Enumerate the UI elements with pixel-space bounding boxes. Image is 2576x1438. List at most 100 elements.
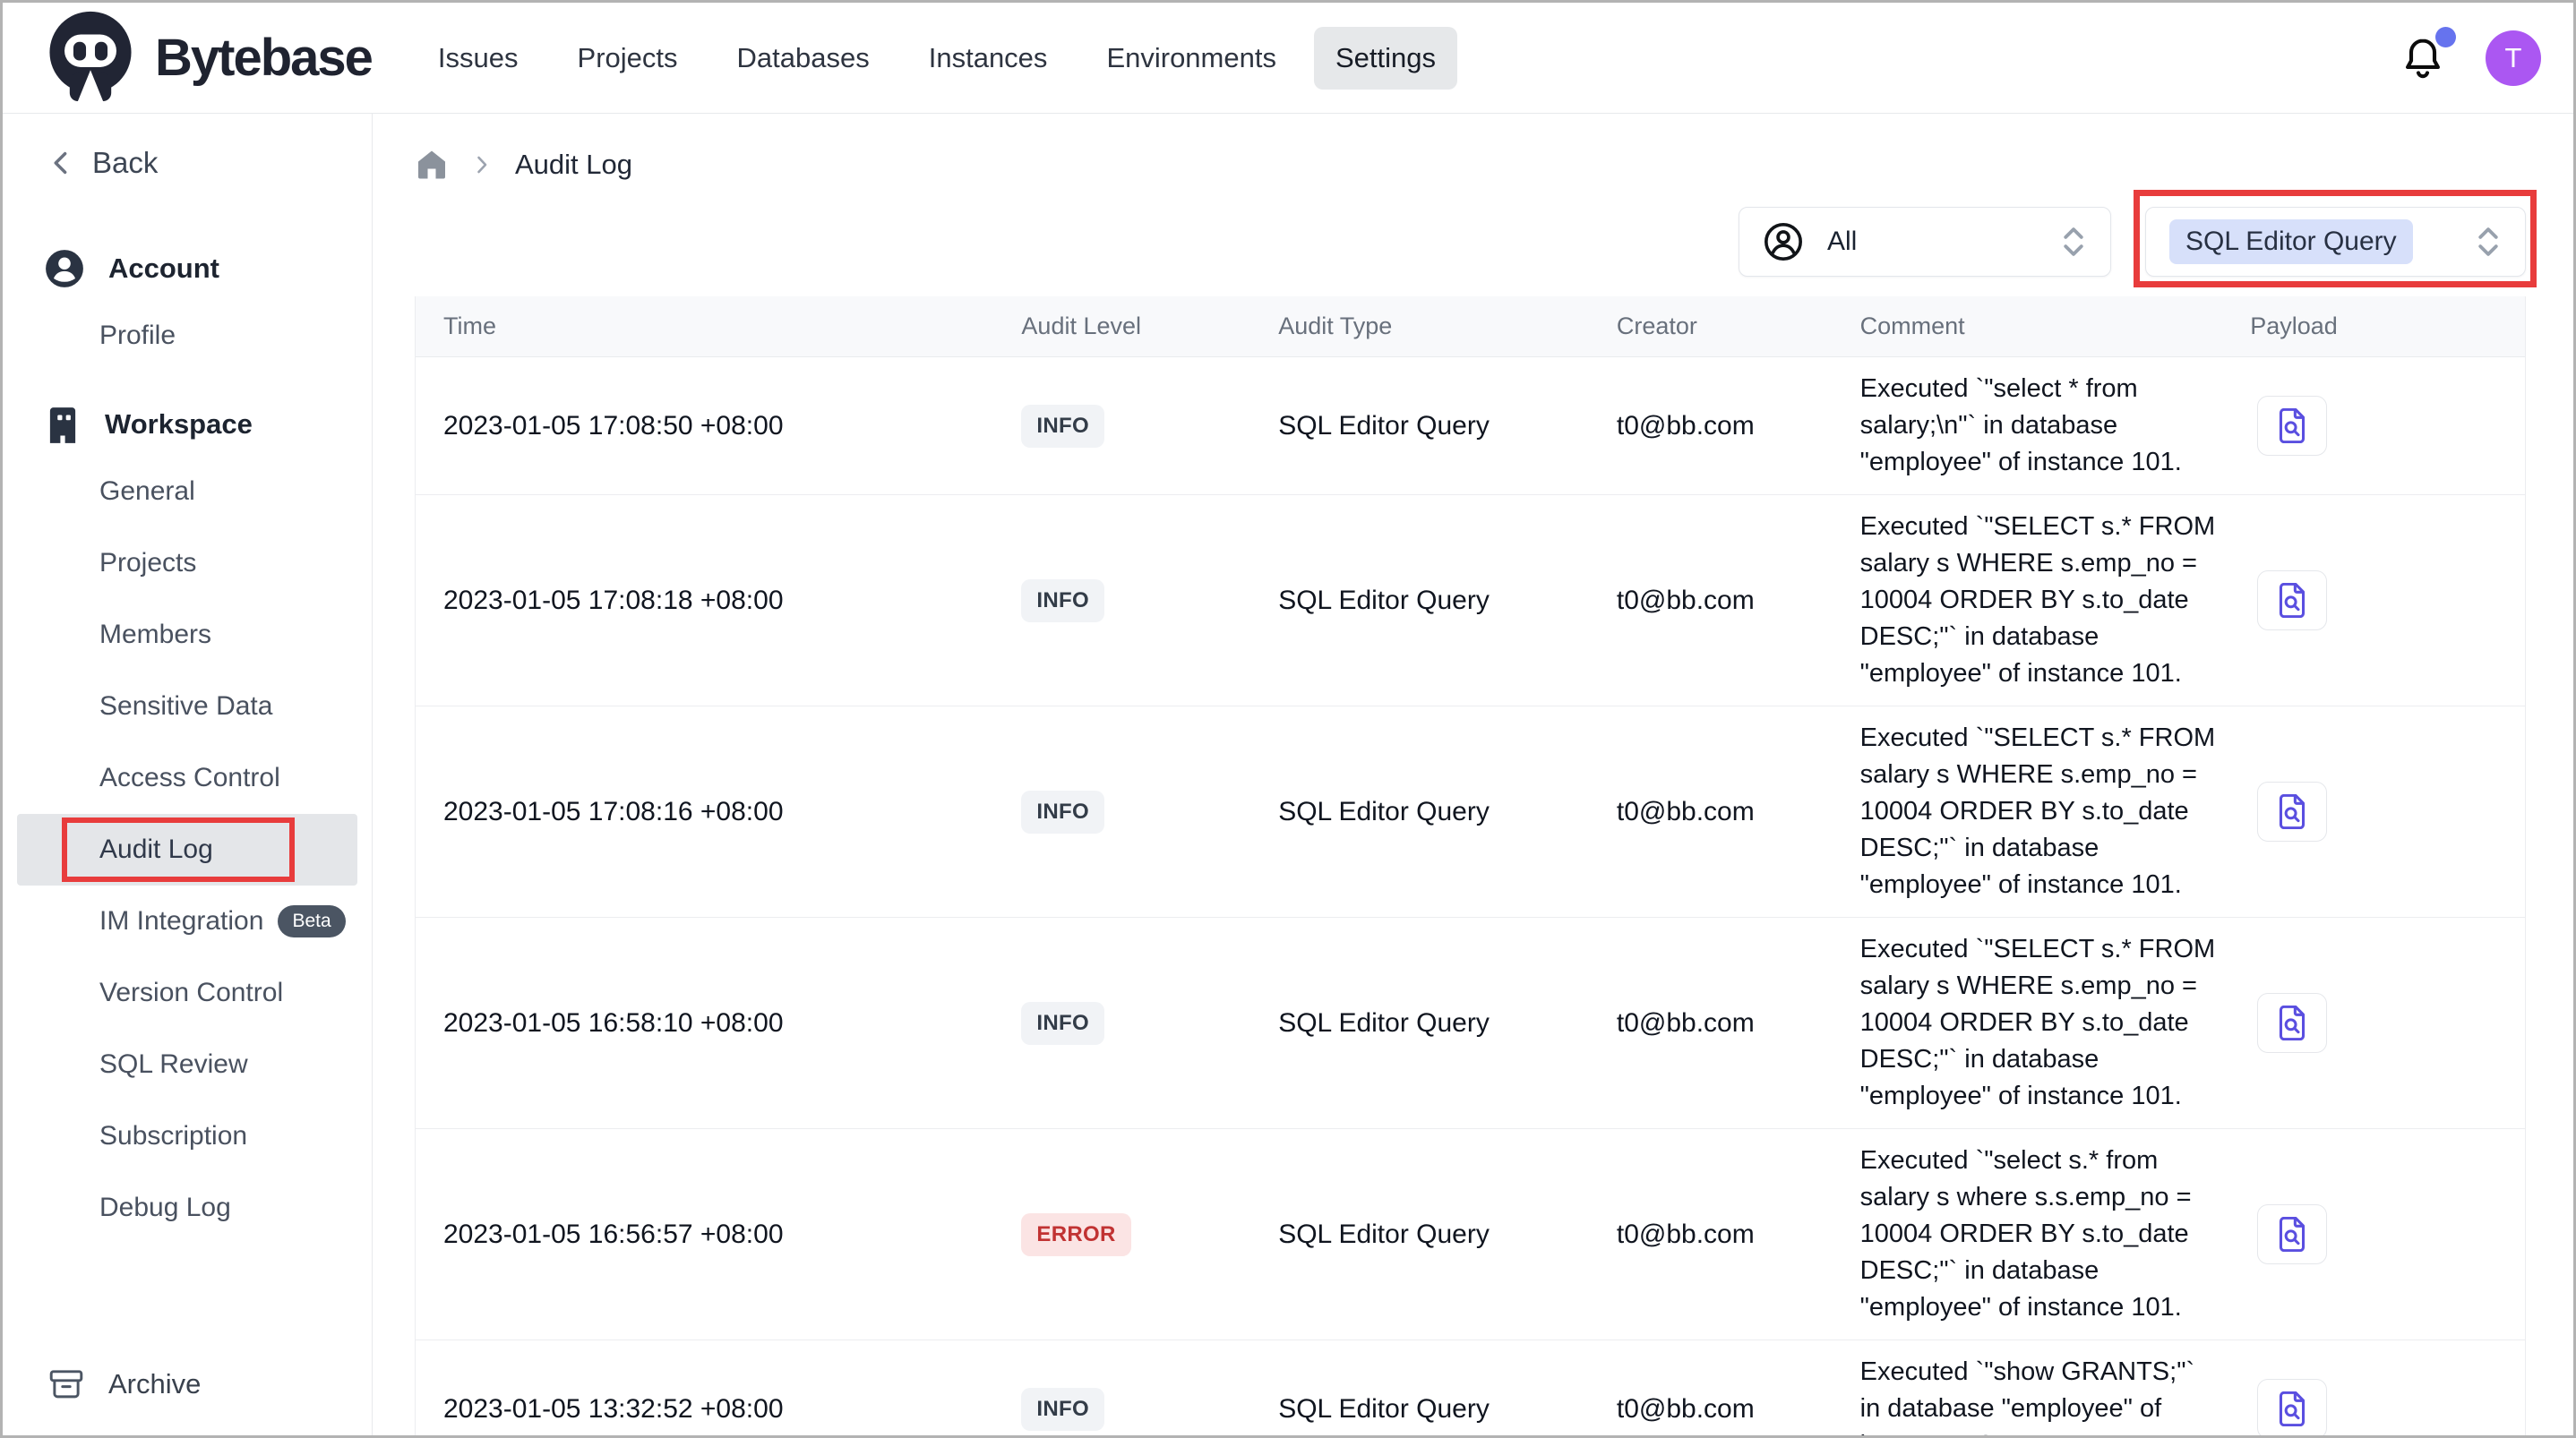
nav-databases[interactable]: Databases	[716, 27, 891, 90]
sidebar-item-debug-log[interactable]: Debug Log	[17, 1172, 357, 1244]
cell-time: 2023-01-05 16:56:57 +08:00	[416, 1220, 1021, 1250]
document-search-icon	[2277, 583, 2307, 618]
column-header-time: Time	[416, 312, 1021, 340]
page-layout: Back Account Profile	[3, 114, 2573, 1435]
cell-creator: t0@bb.com	[1617, 586, 1860, 616]
cell-comment: Executed `"SELECT s.* FROM salary s WHER…	[1860, 931, 2245, 1115]
document-search-icon	[2277, 1391, 2307, 1426]
sidebar-item-profile[interactable]: Profile	[17, 300, 357, 372]
cell-time: 2023-01-05 17:08:50 +08:00	[416, 411, 1021, 441]
cell-time: 2023-01-05 17:08:16 +08:00	[416, 797, 1021, 827]
type-filter-value: SQL Editor Query	[2169, 219, 2413, 264]
cell-audit-level: INFO	[1021, 1002, 1278, 1045]
cell-creator: t0@bb.com	[1617, 797, 1860, 827]
column-header-payload: Payload	[2245, 312, 2525, 340]
app-window: Bytebase Issues Projects Databases Insta…	[0, 0, 2576, 1438]
cell-creator: t0@bb.com	[1617, 1394, 1860, 1425]
column-header-creator: Creator	[1617, 312, 1860, 340]
back-button[interactable]: Back	[47, 146, 372, 180]
section-workspace: Workspace	[44, 404, 372, 445]
cell-audit-level: INFO	[1021, 791, 1278, 834]
cell-comment: Executed `"select * from salary;\n"` in …	[1860, 371, 2245, 481]
nav-instances[interactable]: Instances	[907, 27, 1069, 90]
column-header-comment: Comment	[1860, 312, 2245, 340]
notification-bell-icon[interactable]	[2400, 35, 2446, 81]
sidebar-item-subscription[interactable]: Subscription	[17, 1100, 357, 1172]
sidebar-item-label: Audit Log	[99, 835, 213, 865]
cell-time: 2023-01-05 13:32:52 +08:00	[416, 1394, 1021, 1425]
cell-creator: t0@bb.com	[1617, 411, 1860, 441]
payload-view-button[interactable]	[2257, 782, 2327, 842]
cell-audit-type: SQL Editor Query	[1278, 586, 1617, 616]
audit-level-badge: INFO	[1021, 791, 1104, 834]
sidebar-item-sensitive-data[interactable]: Sensitive Data	[17, 671, 357, 742]
column-header-audit-type: Audit Type	[1278, 312, 1617, 340]
nav-settings[interactable]: Settings	[1314, 27, 1457, 90]
cell-audit-level: INFO	[1021, 579, 1278, 622]
audit-level-badge: INFO	[1021, 1002, 1104, 1045]
sidebar-item-members[interactable]: Members	[17, 599, 357, 671]
cell-time: 2023-01-05 17:08:18 +08:00	[416, 586, 1021, 616]
audit-level-badge: INFO	[1021, 1388, 1104, 1431]
sidebar-item-version-control[interactable]: Version Control	[17, 957, 357, 1029]
sidebar-item-audit-log[interactable]: Audit Log	[17, 814, 357, 886]
payload-view-button[interactable]	[2257, 1379, 2327, 1435]
payload-view-button[interactable]	[2257, 570, 2327, 630]
column-header-audit-level: Audit Level	[1021, 312, 1278, 340]
sidebar-item-archive[interactable]: Archive	[47, 1365, 372, 1403]
nav-issues[interactable]: Issues	[416, 27, 540, 90]
sidebar-item-access-control[interactable]: Access Control	[17, 742, 357, 814]
payload-view-button[interactable]	[2257, 993, 2327, 1053]
bytebase-mascot-icon	[46, 11, 135, 106]
table-row: 2023-01-05 17:08:18 +08:00 INFO SQL Edit…	[416, 495, 2525, 706]
section-title: Account	[108, 253, 219, 285]
brand-name: Bytebase	[155, 28, 372, 88]
archive-icon	[47, 1365, 85, 1403]
topbar-right: T	[2400, 30, 2541, 86]
nav-environments[interactable]: Environments	[1085, 27, 1298, 90]
payload-view-button[interactable]	[2257, 396, 2327, 456]
audit-type-filter-select[interactable]: SQL Editor Query	[2145, 207, 2526, 277]
section-title: Workspace	[105, 408, 253, 441]
payload-view-button[interactable]	[2257, 1204, 2327, 1264]
cell-audit-type: SQL Editor Query	[1278, 1008, 1617, 1039]
table-row: 2023-01-05 17:08:50 +08:00 INFO SQL Edit…	[416, 357, 2525, 495]
table-row: 2023-01-05 16:56:57 +08:00 ERROR SQL Edi…	[416, 1129, 2525, 1340]
sidebar-item-general[interactable]: General	[17, 456, 357, 527]
avatar[interactable]: T	[2486, 30, 2541, 86]
building-icon	[44, 404, 82, 445]
document-search-icon	[2277, 1006, 2307, 1040]
chevron-left-icon	[47, 150, 74, 176]
cell-comment: Executed `"show GRANTS;"` in database "e…	[1860, 1354, 2245, 1435]
cell-payload	[2245, 570, 2525, 630]
cell-comment: Executed `"SELECT s.* FROM salary s WHER…	[1860, 720, 2245, 903]
sidebar-item-projects[interactable]: Projects	[17, 527, 357, 599]
home-icon[interactable]	[415, 148, 449, 182]
cell-comment: Executed `"select s.* from salary s wher…	[1860, 1143, 2245, 1326]
cell-comment: Executed `"SELECT s.* FROM salary s WHER…	[1860, 509, 2245, 692]
audit-table-body: 2023-01-05 17:08:50 +08:00 INFO SQL Edit…	[416, 357, 2525, 1435]
audit-level-badge: INFO	[1021, 579, 1104, 622]
cell-audit-level: INFO	[1021, 1388, 1278, 1431]
creator-filter-value: All	[1827, 227, 1857, 257]
breadcrumb: Audit Log	[415, 142, 2526, 187]
settings-sidebar: Back Account Profile	[3, 114, 373, 1435]
audit-level-badge: INFO	[1021, 405, 1104, 448]
chevron-updown-icon	[2475, 225, 2502, 259]
document-search-icon	[2277, 408, 2307, 443]
bytebase-logo[interactable]: Bytebase	[46, 11, 372, 106]
nav-projects[interactable]: Projects	[556, 27, 700, 90]
table-row: 2023-01-05 13:32:52 +08:00 INFO SQL Edit…	[416, 1340, 2525, 1435]
user-circle-icon	[44, 248, 85, 289]
chevron-updown-icon	[2060, 225, 2087, 259]
cell-payload	[2245, 782, 2525, 842]
audit-log-table: Time Audit Level Audit Type Creator Comm…	[415, 296, 2526, 1435]
cell-creator: t0@bb.com	[1617, 1008, 1860, 1039]
sidebar-item-im-integration[interactable]: IM Integration Beta	[17, 886, 357, 957]
creator-filter-select[interactable]: All	[1739, 207, 2111, 277]
table-row: 2023-01-05 17:08:16 +08:00 INFO SQL Edit…	[416, 706, 2525, 918]
document-search-icon	[2277, 794, 2307, 829]
cell-creator: t0@bb.com	[1617, 1220, 1860, 1250]
cell-audit-type: SQL Editor Query	[1278, 797, 1617, 827]
sidebar-item-sql-review[interactable]: SQL Review	[17, 1029, 357, 1100]
